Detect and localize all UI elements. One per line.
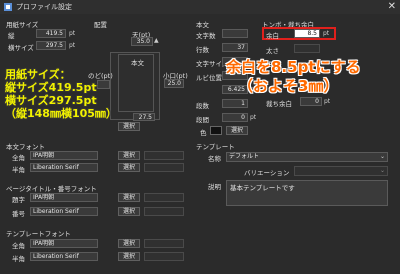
paper-width-input[interactable]: 297.5 [36,41,66,50]
template-font-han-label: 半角 [12,255,25,263]
margin-annotation-line1: 余白を8.5ptにする [226,58,361,76]
top-margin-input[interactable]: 35.0 [131,37,153,46]
gyo-count-label: 行数 [196,46,209,54]
template-font-han-select-button[interactable]: 選択 [118,252,140,261]
paper-size-section-label: 用紙サイズ [6,21,39,29]
page-font-title-value[interactable]: IPA明朝 [30,193,98,202]
paper-height-input[interactable]: 419.5 [36,29,66,38]
paper-annotation-line1: 用紙サイズ： [5,68,71,81]
margin-annotation-line2: （およそ3㎜） [238,77,339,95]
tombo-margin-input[interactable]: 8.5 [294,29,320,38]
honbun-font-han-value[interactable]: Liberation Serif [30,163,98,172]
margin-annotation: 余白を8.5ptにする （およそ3㎜） [226,58,361,96]
template-variation-dropdown[interactable] [294,166,388,176]
template-font-section-label: テンプレートフォント [6,230,71,238]
paper-size-annotation: 用紙サイズ： 縦サイズ419.5pt 横サイズ297.5pt （縦148㎜横10… [5,68,117,120]
template-name-chevron-down-icon[interactable]: ⌄ [380,153,385,160]
template-section-label: テンプレート [196,143,235,151]
template-name-value: デフォルト [229,153,260,160]
honbun-font-zen-extra [144,151,184,160]
honbun-font-zen-value[interactable]: IPA明朝 [30,151,98,160]
title-bar: プロファイル設定 ✕ [0,0,400,15]
paper-annotation-line2: 縦サイズ419.5pt [5,81,97,94]
chi-input[interactable]: 27.5 [133,113,155,121]
dankan-label: 段間 [196,116,209,124]
honbun-font-han-extra [144,163,184,172]
dankan-input[interactable]: 0 [222,113,248,122]
moji-count-input[interactable] [222,29,248,38]
tombo-bleed-input[interactable]: 0 [300,97,322,106]
top-margin-spin-icon[interactable]: ▲ [154,37,159,44]
page-font-title-label: 題字 [12,196,25,204]
tombo-margin-unit: pt [323,30,330,37]
tombo-thickness-label: 太さ [266,47,279,55]
ruby-position-label: ルビ位置 [196,74,222,82]
template-font-zen-value[interactable]: IPA明朝 [30,239,98,248]
honbun-color-swatch[interactable] [210,126,222,135]
template-font-zen-select-button[interactable]: 選択 [118,239,140,248]
honbun-font-section-label: 本文フォント [6,143,45,151]
moji-count-label: 文字数 [196,32,216,40]
layout-body-label: 本文 [131,59,144,67]
page-font-num-extra [144,207,184,216]
page-font-num-select-button[interactable]: 選択 [118,207,140,216]
template-name-dropdown[interactable]: デフォルト [226,152,388,162]
honbun-color-select-button[interactable]: 選択 [226,126,248,135]
paper-width-unit: pt [69,42,76,49]
paper-width-label: 横サイズ [8,44,34,52]
page-font-title-extra [144,193,184,202]
honbun-section-label: 本文 [196,21,209,29]
layout-section-label: 配置 [94,21,107,29]
paper-height-unit: pt [69,30,76,37]
koguchi-input[interactable]: 25.0 [164,79,184,88]
paper-height-label: 縦 [8,32,15,40]
template-variation-chevron-down-icon[interactable]: ⌄ [380,167,385,174]
template-font-han-extra [144,252,184,261]
page-font-title-select-button[interactable]: 選択 [118,193,140,202]
page-font-num-label: 番号 [12,210,25,218]
template-font-zen-label: 全角 [12,242,25,250]
template-description-box[interactable]: 基本テンプレートです [226,180,388,206]
tombo-margin-label: 余白 [266,32,279,40]
tombo-bleed-unit: pt [324,98,331,105]
tombo-bleed-label: 裁ち余白 [266,100,292,108]
page-font-section-label: ページタイトル・番号フォント [6,185,97,193]
close-icon[interactable]: ✕ [388,1,396,12]
honbun-font-han-select-button[interactable]: 選択 [118,163,140,172]
honbun-font-han-label: 半角 [12,166,25,174]
template-desc-label: 説明 [208,183,221,191]
tombo-thickness-input[interactable] [294,44,320,53]
layout-select-button[interactable]: 選択 [118,122,140,131]
danka-input[interactable]: 1 [222,99,248,108]
template-font-zen-extra [144,239,184,248]
template-variation-label: バリエーション [244,169,290,177]
template-name-label: 名称 [208,155,221,163]
honbun-color-label: 色 [200,129,207,137]
paper-annotation-line4: （縦148㎜横105㎜） [5,107,117,120]
template-font-han-value[interactable]: Liberation Serif [30,252,98,261]
page-font-num-value[interactable]: Liberation Serif [30,207,98,216]
window-title: プロファイル設定 [16,3,72,11]
app-icon [4,3,12,11]
danka-label: 段数 [196,102,209,110]
dankan-unit: pt [250,114,257,121]
honbun-font-zen-select-button[interactable]: 選択 [118,151,140,160]
honbun-font-zen-label: 全角 [12,154,25,162]
gyo-count-input[interactable]: 37 [222,43,248,52]
paper-annotation-line3: 横サイズ297.5pt [5,94,97,107]
